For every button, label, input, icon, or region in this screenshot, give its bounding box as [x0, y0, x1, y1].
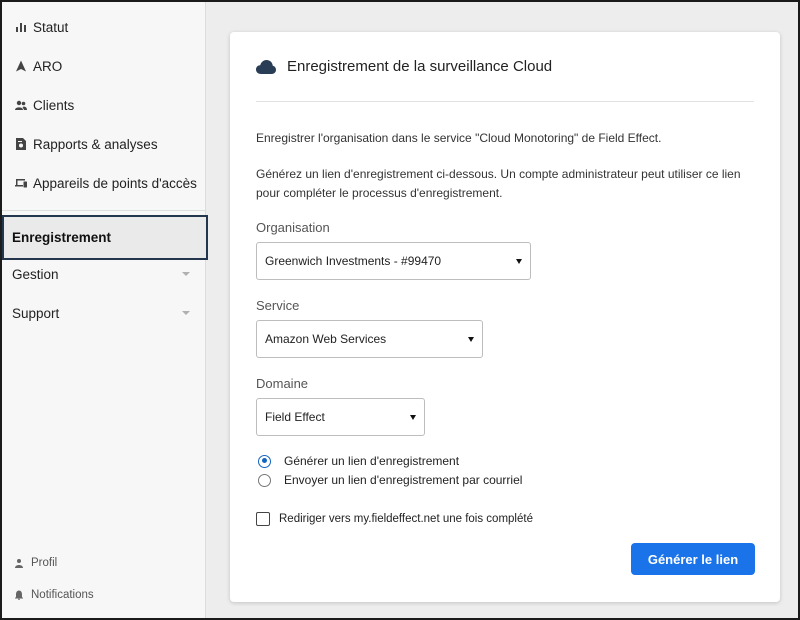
instructions-text: Générez un lien d'enregistrement ci-dess… [256, 167, 741, 200]
sidebar-item-label: Statut [33, 19, 69, 35]
aro-icon [12, 57, 30, 75]
sidebar-item-gestion[interactable]: Gestion [2, 255, 206, 293]
page-title: Enregistrement de la surveillance Cloud [287, 58, 553, 75]
sidebar-divider [2, 210, 206, 211]
generate-link-button[interactable]: Générer le lien [631, 543, 755, 575]
bell-icon [10, 590, 28, 600]
sidebar-item-label: Rapports & analyses [33, 136, 158, 152]
radio-label: Envoyer un lien d'enregistrement par cou… [284, 473, 523, 487]
dropdown-arrow-icon [516, 258, 522, 264]
dropdown-arrow-icon [468, 336, 474, 342]
organisation-value: Greenwich Investments - #99470 [265, 254, 442, 268]
devices-icon [12, 174, 30, 192]
sidebar-item-label: Clients [33, 97, 75, 113]
redirect-checkbox-row[interactable]: Rediriger vers my.fieldeffect.net une fo… [256, 510, 533, 528]
chevron-down-icon [182, 272, 190, 276]
sidebar-item-enregistrement[interactable]: Enregistrement [2, 215, 208, 260]
sidebar-item-label: Appareils de points d'accès [33, 175, 197, 191]
sidebar: Statut ARO Clients Rapports & analyses A… [2, 2, 208, 618]
service-label: Service [256, 298, 300, 313]
chevron-down-icon [182, 311, 190, 315]
redirect-checkbox[interactable] [256, 512, 270, 526]
radio-generate-link[interactable]: Générer un lien d'enregistrement [258, 452, 459, 470]
sidebar-item-label: Enregistrement [12, 230, 112, 245]
sidebar-item-profil[interactable]: Profil [2, 551, 206, 575]
organisation-label: Organisation [256, 220, 330, 235]
sidebar-item-label: ARO [33, 58, 63, 74]
domaine-label: Domaine [256, 376, 309, 391]
service-value: Amazon Web Services [265, 332, 387, 346]
sidebar-item-aro[interactable]: ARO [2, 47, 206, 85]
sidebar-item-label: Profil [31, 557, 58, 569]
service-select[interactable]: Amazon Web Services [256, 320, 483, 358]
sidebar-item-statut[interactable]: Statut [2, 8, 206, 46]
card-header: Enregistrement de la surveillance Cloud [256, 58, 754, 102]
report-search-icon [12, 135, 30, 153]
sidebar-item-label: Support [12, 305, 60, 321]
sidebar-item-rapports[interactable]: Rapports & analyses [2, 125, 206, 163]
sidebar-item-appareils[interactable]: Appareils de points d'accès [2, 164, 206, 202]
checkbox-label: Rediriger vers my.fieldeffect.net une fo… [279, 513, 533, 525]
radio-label: Générer un lien d'enregistrement [284, 454, 460, 468]
bar-chart-icon [12, 18, 30, 36]
domaine-value: Field Effect [265, 410, 325, 424]
dropdown-arrow-icon [410, 414, 416, 420]
radio-button-checked[interactable] [258, 454, 271, 468]
sidebar-item-notifications[interactable]: Notifications [2, 583, 206, 607]
domaine-select[interactable]: Field Effect [256, 398, 425, 436]
radio-email-link[interactable]: Envoyer un lien d'enregistrement par cou… [258, 471, 522, 489]
person-icon [10, 558, 28, 568]
intro-text: Enregistrer l'organisation dans le servi… [256, 131, 662, 145]
sidebar-item-support[interactable]: Support [2, 294, 206, 332]
people-icon [12, 96, 30, 114]
sidebar-item-clients[interactable]: Clients [2, 86, 206, 124]
cloud-icon [256, 60, 278, 76]
radio-button[interactable] [258, 473, 271, 487]
registration-card: Enregistrement de la surveillance Cloud … [230, 32, 780, 602]
sidebar-item-label: Notifications [31, 589, 94, 601]
organisation-select[interactable]: Greenwich Investments - #99470 [256, 242, 531, 280]
sidebar-item-label: Gestion [12, 266, 59, 282]
